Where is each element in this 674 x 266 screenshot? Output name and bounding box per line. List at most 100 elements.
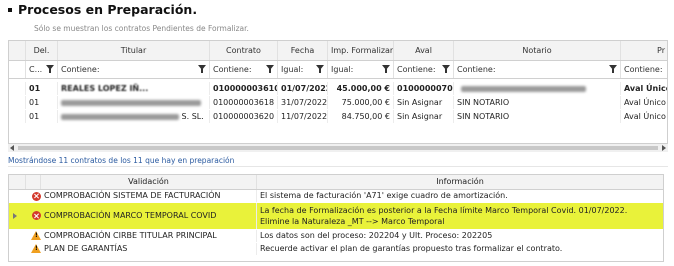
filter-titular-label: Contiene:	[61, 65, 100, 74]
filter-importe[interactable]: Igual:	[328, 61, 394, 78]
cell-notario: SIN NOTARIO	[454, 96, 621, 109]
filter-titular[interactable]: Contiene:	[58, 61, 210, 78]
col-header-importe[interactable]: Imp. Formalizar	[328, 41, 394, 60]
cell-validacion: COMPROBACIÓN SISTEMA DE FACTURACIÓN	[41, 190, 257, 202]
filter-notario[interactable]: Contiene:	[454, 61, 621, 78]
cell-aval: 010000007096	[394, 82, 454, 95]
filter-aval[interactable]: Contiene:	[394, 61, 454, 78]
cell-aval: Sin Asignar	[394, 110, 454, 123]
filter-icon[interactable]	[266, 65, 274, 73]
cell-validacion: COMPROBACIÓN MARCO TEMPORAL COVID	[41, 203, 257, 229]
cell-informacion: El sistema de facturación 'A71' exige cu…	[260, 191, 508, 200]
icon-header	[26, 175, 41, 189]
filter-indicator	[9, 61, 26, 78]
cell-contrato: 010000003618	[210, 96, 278, 109]
scroll-left-icon[interactable]	[10, 145, 14, 151]
cell-pr: Aval Único a	[621, 110, 667, 123]
cell-titular-text: S. SL.	[181, 112, 204, 121]
cell-fecha: 11/07/2022	[278, 110, 328, 123]
title-bullet	[8, 7, 12, 12]
filter-icon[interactable]	[442, 65, 450, 73]
horizontal-scrollbar[interactable]	[8, 144, 668, 152]
row-indicator	[9, 110, 26, 123]
filter-aval-label: Contiene:	[397, 65, 436, 74]
validation-grid-header: Validación Información	[9, 175, 663, 190]
cell-validacion: PLAN DE GARANTÍAS	[41, 243, 257, 255]
page-title: Procesos en Preparación.	[8, 2, 197, 17]
filter-importe-label: Igual:	[331, 65, 354, 74]
cell-del: 01	[26, 110, 58, 123]
cell-fecha: 31/07/2022	[278, 96, 328, 109]
cell-titular: S. SL.	[58, 110, 210, 123]
cell-informacion: La fecha de Formalización es posterior a…	[257, 203, 663, 229]
cell-validacion: COMPROBACIÓN CIRBE TITULAR PRINCIPAL	[41, 230, 257, 242]
cell-fecha: 01/07/2022	[278, 82, 328, 95]
warning-icon: !	[31, 231, 41, 240]
cell-informacion: Recuerde activar el plan de garantías pr…	[260, 244, 563, 253]
filter-pr-label: Contiene:	[624, 65, 663, 74]
filter-contrato[interactable]: Contiene:	[210, 61, 278, 78]
row-indicator	[9, 96, 26, 109]
row-indicator-header	[9, 175, 26, 189]
col-header-validacion[interactable]: Validación	[41, 175, 257, 189]
cell-contrato: 010000003620	[210, 110, 278, 123]
col-header-fecha[interactable]: Fecha	[278, 41, 328, 60]
filter-contrato-label: Contiene:	[213, 65, 252, 74]
cell-titular: REALES LOPEZ IÑ...	[58, 82, 210, 95]
filter-fecha-label: Igual:	[281, 65, 304, 74]
filter-icon[interactable]	[316, 65, 324, 73]
table-row[interactable]: 01 S. SL. 010000003620 11/07/2022 84.750…	[9, 110, 667, 123]
cell-importe: 45.000,00 €	[328, 82, 394, 95]
cell-informacion-line: Elimine la Naturaleza _MT --> Marco Temp…	[260, 217, 445, 226]
cell-pr: Aval Único a	[621, 82, 667, 95]
error-icon	[32, 211, 41, 220]
cell-aval: Sin Asignar	[394, 96, 454, 109]
row-indicator-header	[9, 41, 26, 60]
filter-icon[interactable]	[46, 65, 54, 73]
filter-del[interactable]: C...	[26, 61, 58, 78]
scroll-right-icon[interactable]	[662, 145, 666, 151]
contracts-grid: Del. Titular Contrato Fecha Imp. Formali…	[8, 40, 668, 144]
cell-importe: 84.750,00 €	[328, 110, 394, 123]
col-header-aval[interactable]: Aval	[394, 41, 454, 60]
row-indicator	[9, 82, 26, 95]
col-header-contrato[interactable]: Contrato	[210, 41, 278, 60]
cell-importe: 75.000,00 €	[328, 96, 394, 109]
redacted-titular	[61, 99, 201, 106]
filter-fecha[interactable]: Igual:	[278, 61, 328, 78]
cell-notario	[454, 82, 621, 95]
validation-grid: Validación Información COMPROBACIÓN SIST…	[8, 174, 664, 262]
validation-row[interactable]: ! PLAN DE GARANTÍAS Recuerde activar el …	[9, 243, 663, 255]
warning-icon: !	[31, 244, 41, 253]
filter-icon[interactable]	[198, 65, 206, 73]
col-header-del[interactable]: Del.	[26, 41, 58, 60]
filter-icon[interactable]	[382, 65, 390, 73]
record-count: Mostrándose 11 contratos de los 11 que h…	[8, 156, 235, 165]
table-row[interactable]: 01 010000003618 31/07/2022 75.000,00 € S…	[9, 96, 667, 109]
cell-contrato: 010000003610	[210, 82, 278, 95]
contracts-filter-row: C... Contiene: Contiene: Igual: Igual: C…	[9, 61, 667, 79]
filter-pr[interactable]: Contiene:	[621, 61, 667, 78]
error-icon	[32, 191, 41, 201]
scrollbar-thumb[interactable]	[18, 146, 658, 150]
validation-row[interactable]: COMPROBACIÓN SISTEMA DE FACTURACIÓN El s…	[9, 190, 663, 202]
cell-notario: SIN NOTARIO	[454, 110, 621, 123]
contracts-grid-header: Del. Titular Contrato Fecha Imp. Formali…	[9, 41, 667, 61]
page-title-text: Procesos en Preparación.	[18, 2, 198, 17]
col-header-pr[interactable]: Pr	[621, 41, 667, 60]
col-header-titular[interactable]: Titular	[58, 41, 210, 60]
col-header-informacion[interactable]: Información	[257, 175, 663, 189]
table-row[interactable]: 01 REALES LOPEZ IÑ... 010000003610 01/07…	[9, 82, 667, 95]
filter-icon[interactable]	[609, 65, 617, 73]
col-header-notario[interactable]: Notario	[454, 41, 621, 60]
validation-row[interactable]: ! COMPROBACIÓN CIRBE TITULAR PRINCIPAL L…	[9, 230, 663, 242]
cell-del: 01	[26, 96, 58, 109]
cell-del: 01	[26, 82, 58, 95]
validation-row-selected[interactable]: COMPROBACIÓN MARCO TEMPORAL COVID La fec…	[9, 203, 663, 229]
filter-del-label: C...	[29, 65, 43, 74]
filter-notario-label: Contiene:	[457, 65, 496, 74]
cell-informacion: Los datos son del proceso: 202204 y Ult.…	[260, 231, 493, 240]
page-subtitle: Sólo se muestran los contratos Pendiente…	[34, 24, 249, 33]
cell-informacion-line: La fecha de Formalización es posterior a…	[260, 206, 628, 215]
cell-pr: Aval Único a	[621, 96, 667, 109]
